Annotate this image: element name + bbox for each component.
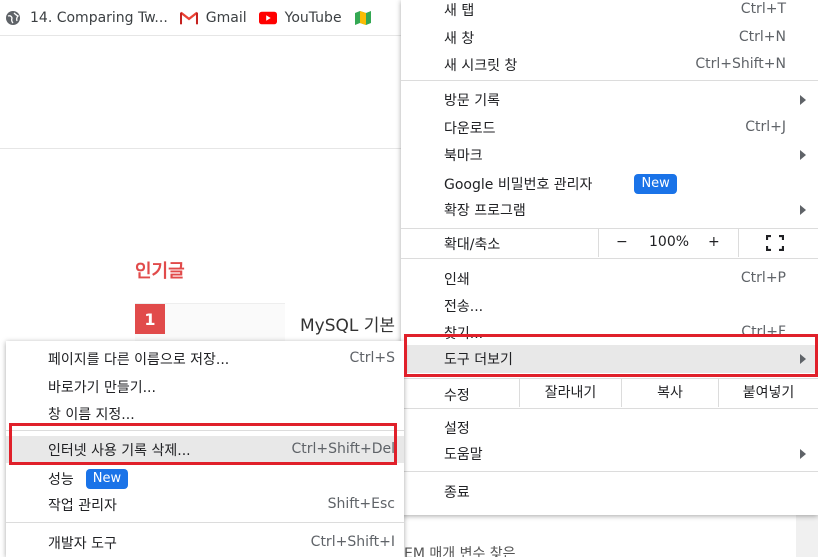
- paste-button[interactable]: 붙여넣기: [718, 379, 818, 407]
- menu-label: 새 탭: [444, 2, 475, 19]
- rank-badge: 1: [135, 304, 165, 334]
- menu-label: 설정: [444, 420, 470, 437]
- bookmark-comparing[interactable]: 14. Comparing Tw...: [0, 4, 176, 32]
- maps-icon: [354, 9, 372, 27]
- menu-separator: [6, 522, 404, 523]
- menu-shortcut: Ctrl+S: [349, 350, 395, 366]
- bookmark-label: YouTube: [284, 9, 342, 26]
- chevron-right-icon: [800, 150, 806, 160]
- menu-cast[interactable]: 전송...: [401, 292, 818, 319]
- menu-edit-row: 수정 잘라내기 복사 붙여넣기: [401, 379, 818, 407]
- menu-label: 북마크: [444, 147, 483, 164]
- bookmark-maps[interactable]: [350, 4, 388, 32]
- bookmark-gmail[interactable]: Gmail: [176, 4, 255, 32]
- menu-label: 인쇄: [444, 271, 470, 288]
- menu-shortcut: Ctrl+N: [738, 29, 786, 45]
- globe-icon: [4, 9, 22, 27]
- menu-label: 개발자 도구: [48, 535, 117, 552]
- menu-downloads[interactable]: 다운로드 Ctrl+J: [401, 114, 818, 141]
- copy-button[interactable]: 복사: [621, 379, 718, 407]
- menu-separator: [401, 258, 818, 259]
- zoom-divider: [738, 229, 739, 257]
- chevron-right-icon: [800, 449, 806, 459]
- chrome-main-menu: 새 탭 Ctrl+T 새 창 Ctrl+N 새 시크릿 창 Ctrl+Shift…: [401, 0, 818, 515]
- submenu-task-manager[interactable]: 작업 관리자 Shift+Esc: [6, 491, 404, 518]
- zoom-label: 확대/축소: [444, 237, 501, 253]
- menu-label: 작업 관리자: [48, 497, 117, 514]
- menu-label: 새 창: [444, 30, 475, 47]
- menu-help[interactable]: 도움말: [401, 440, 818, 467]
- menu-exit[interactable]: 종료: [401, 478, 818, 505]
- youtube-icon: [258, 9, 277, 27]
- menu-incognito[interactable]: 새 시크릿 창 Ctrl+Shift+N: [401, 51, 818, 78]
- bookmark-label: Gmail: [205, 9, 247, 26]
- menu-label: 새 시크릿 창: [444, 57, 518, 74]
- menu-label: 방문 기록: [444, 92, 500, 109]
- menu-shortcut: Shift+Esc: [327, 496, 395, 512]
- chevron-right-icon: [800, 95, 806, 105]
- zoom-out-button[interactable]: −: [616, 234, 628, 250]
- menu-bookmarks[interactable]: 북마크: [401, 141, 818, 168]
- menu-extensions[interactable]: 확장 프로그램: [401, 196, 818, 223]
- submenu-dev-tools[interactable]: 개발자 도구 Ctrl+Shift+I: [6, 529, 404, 556]
- highlight-box-more-tools: [404, 334, 818, 377]
- submenu-create-shortcut[interactable]: 바로가기 만들기...: [6, 373, 404, 400]
- menu-shortcut: Ctrl+Shift+I: [310, 534, 395, 550]
- new-badge: New: [85, 468, 129, 489]
- menu-label: 도움말: [444, 446, 483, 463]
- menu-label: 전송...: [444, 298, 484, 315]
- menu-shortcut: Ctrl+P: [740, 270, 786, 286]
- menu-shortcut: Ctrl+J: [745, 119, 786, 135]
- menu-shortcut: Ctrl+Shift+N: [695, 56, 786, 72]
- menu-label: 창 이름 지정...: [48, 406, 135, 423]
- menu-new-window[interactable]: 새 창 Ctrl+N: [401, 24, 818, 51]
- menu-separator: [401, 80, 818, 81]
- gmail-icon: [179, 9, 198, 27]
- bookmark-youtube[interactable]: YouTube: [255, 4, 350, 32]
- zoom-in-button[interactable]: +: [708, 234, 720, 250]
- chevron-right-icon: [800, 205, 806, 215]
- menu-label: 확장 프로그램: [444, 202, 526, 219]
- menu-zoom-row: 확대/축소 − 100% +: [401, 229, 818, 257]
- post-title[interactable]: MySQL 기본 -: [300, 311, 407, 336]
- menu-label: 바로가기 만들기...: [48, 379, 156, 396]
- menu-label: Google 비밀번호 관리자: [444, 176, 593, 193]
- new-badge: New: [634, 173, 677, 194]
- menu-separator: [401, 408, 818, 409]
- menu-new-tab[interactable]: 새 탭 Ctrl+T: [401, 0, 818, 23]
- menu-password-manager[interactable]: Google 비밀번호 관리자 New: [401, 170, 818, 197]
- popular-heading: 인기글: [135, 261, 185, 282]
- submenu-save-page[interactable]: 페이지를 다른 이름으로 저장... Ctrl+S: [6, 345, 404, 372]
- fullscreen-icon[interactable]: [765, 234, 785, 255]
- bookmark-label: 14. Comparing Tw...: [30, 9, 168, 26]
- menu-label: 다운로드: [444, 120, 496, 137]
- zoom-level: 100%: [649, 234, 690, 250]
- menu-settings[interactable]: 설정: [401, 414, 818, 441]
- menu-separator: [401, 471, 818, 472]
- menu-history[interactable]: 방문 기록: [401, 86, 818, 113]
- cut-button[interactable]: 잘라내기: [519, 379, 621, 407]
- menu-label: 페이지를 다른 이름으로 저장...: [48, 351, 230, 368]
- submenu-performance[interactable]: 성능 New: [6, 465, 404, 492]
- highlight-box-clear-data: [9, 423, 397, 465]
- edit-label: 수정: [444, 388, 470, 404]
- zoom-divider: [598, 229, 599, 257]
- menu-shortcut: Ctrl+T: [740, 1, 786, 17]
- page-snippet: EM 매개 변수 찾은: [404, 546, 516, 557]
- menu-label: 성능: [48, 471, 74, 488]
- menu-print[interactable]: 인쇄 Ctrl+P: [401, 265, 818, 292]
- menu-label: 종료: [444, 484, 470, 501]
